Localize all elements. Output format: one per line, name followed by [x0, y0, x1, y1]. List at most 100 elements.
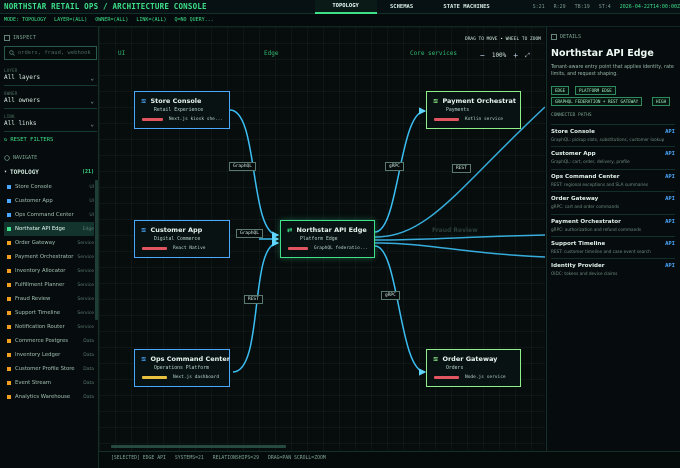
sidebar-item[interactable]: Ops Command Center UI	[4, 208, 94, 222]
sidebar-item-kind: Service	[77, 240, 94, 246]
mode-chip[interactable]: MODE: TOPOLOGY	[4, 17, 46, 23]
tab-topology[interactable]: TOPOLOGY	[314, 0, 377, 14]
node-ops-command-center[interactable]: ≋ Ops Command Center Operations Platform …	[134, 349, 230, 387]
sidebar-item[interactable]: Northstar API Edge Edge	[4, 222, 94, 236]
sidebar-item-label: Northstar API Edge	[15, 226, 66, 232]
sidebar-item[interactable]: Customer Profile Store Data	[4, 362, 94, 376]
layers-icon: ≋	[433, 97, 439, 105]
node-northstar-api-edge[interactable]: ⇄ Northstar API Edge Platform Edge GraphQ…	[280, 220, 375, 258]
sidebar-item[interactable]: Fulfillment Planner Service	[4, 278, 94, 292]
topology-canvas[interactable]: UI Edge Core services DRAG TO MOVE • WHE…	[99, 27, 545, 451]
connected-path-item[interactable]: Support Timeline REST: customer timeline …	[551, 236, 675, 258]
topology-group-label: TOPOLOGY	[10, 168, 39, 176]
sidebar-item-kind: Service	[77, 254, 94, 260]
zoom-out-button[interactable]: −	[480, 51, 485, 60]
status-square-icon	[7, 297, 11, 301]
connected-path-item[interactable]: Ops Command Center REST: regional excepti…	[551, 168, 675, 191]
edge-api-to-core-c[interactable]	[374, 242, 545, 258]
status-square-icon	[7, 227, 11, 231]
sidebar-item[interactable]: Inventory Ledger Data	[4, 348, 94, 362]
sidebar-item[interactable]: Customer App UI	[4, 194, 94, 208]
status-square-icon	[7, 311, 11, 315]
node-subtitle: Orders	[446, 366, 464, 371]
layer-filter-value: All layers	[4, 74, 41, 81]
node-fraud-review-dimmed[interactable]: Fraud Review	[432, 227, 478, 234]
app-title: NORTHSTAR RETAIL OPS / ARCHITECTURE CONS…	[4, 2, 207, 11]
connected-path-item[interactable]: Store Console GraphQL: pickup slots, subs…	[551, 124, 675, 146]
node-tech: React Native	[173, 246, 206, 251]
reset-filters-button[interactable]: ↻ RESET FILTERS	[4, 137, 53, 143]
sidebar-item[interactable]: Payment Orchestrator Service	[4, 250, 94, 264]
edge-api-to-core-b[interactable]	[374, 234, 545, 241]
owner-filter[interactable]: OWNER All owners ⌄	[4, 91, 97, 109]
edge-store-to-api[interactable]	[229, 109, 280, 239]
chevron-down-icon: ⌄	[90, 98, 94, 105]
connected-path-description: gRPC: cart and order commands	[551, 204, 620, 210]
canvas-horizontal-scrollbar[interactable]	[111, 445, 286, 448]
connected-path-item[interactable]: Customer App GraphQL: cart, order, delive…	[551, 146, 675, 168]
sidebar-item[interactable]: Commerce Postgres Data	[4, 334, 94, 348]
sidebar-item[interactable]: Fraud Review Service	[4, 292, 94, 306]
zoom-in-button[interactable]: +	[513, 51, 518, 60]
sidebar-scrollbar[interactable]	[95, 180, 98, 320]
sidebar-item-kind: Data	[83, 394, 94, 400]
layer-chip[interactable]: LAYER=(ALL)	[54, 17, 87, 23]
details-label: DETAILS	[560, 34, 582, 40]
tab-schemas[interactable]: SCHEMAS	[377, 0, 427, 14]
node-order-gateway[interactable]: ≋ Order Gateway Orders Node.js service	[426, 349, 521, 387]
fit-view-button[interactable]: ⤢	[525, 52, 530, 60]
tag-criticality: HIGH	[652, 97, 671, 106]
sidebar-item-label: Support Timeline	[15, 310, 61, 316]
node-store-console[interactable]: ≋ Store Console Retail Experience Next.js…	[134, 91, 230, 129]
sidebar-item[interactable]: Inventory Allocator Service	[4, 264, 94, 278]
sidebar-item[interactable]: Order Gateway Service	[4, 236, 94, 250]
search-box	[4, 46, 97, 60]
sidebar-item[interactable]: Notification Router Service	[4, 320, 94, 334]
connected-paths-label: CONNECTED PATHS	[551, 113, 592, 118]
connected-path-item[interactable]: Order Gateway gRPC: cart and order comman…	[551, 191, 675, 213]
connected-path-type: API	[665, 241, 675, 247]
sidebar-item[interactable]: Store Console UI	[4, 180, 94, 194]
layer-filter[interactable]: LAYER All layers ⌄	[4, 68, 97, 86]
sidebar-item[interactable]: Analytics Warehouse Data	[4, 390, 94, 404]
status-relationships: RELATIONSHIPS=29	[212, 456, 259, 461]
edge-api-to-payment[interactable]	[374, 107, 427, 233]
layer-filter-label: LAYER	[4, 68, 18, 73]
layers-icon: ≋	[141, 226, 147, 234]
node-payment-orchestrator[interactable]: ≋ Payment Orchestrat Payments Kotlin serv…	[426, 91, 521, 129]
node-tech: Node.js service	[465, 375, 506, 380]
search-icon	[9, 50, 15, 56]
connected-path-description: REST: regional exceptions and SLA summar…	[551, 181, 649, 187]
link-chip[interactable]: LINK=(ALL)	[136, 17, 166, 23]
tab-state-machines[interactable]: STATE MACHINES	[427, 0, 507, 14]
sidebar-item-kind: UI	[89, 184, 94, 190]
sidebar-item-kind: Service	[77, 310, 94, 316]
node-subtitle: Operations Platform	[154, 366, 209, 371]
details-section-label: DETAILS	[551, 34, 581, 40]
sidebar-item-label: Store Console	[15, 184, 52, 190]
node-title: Ops Command Center	[150, 355, 231, 363]
edge-ops-to-api[interactable]	[232, 239, 280, 373]
sidebar-item[interactable]: Support Timeline Service	[4, 306, 94, 320]
sidebar-item-kind: Data	[83, 338, 94, 344]
edge-api-to-order[interactable]	[374, 245, 427, 376]
query-chip[interactable]: Q=NO QUERY...	[175, 17, 214, 23]
connected-path-item[interactable]: Payment Orchestrator gRPC: authorization …	[551, 213, 675, 236]
node-subtitle: Retail Experience	[154, 108, 204, 113]
inspect-section-label: INSPECT	[0, 32, 98, 44]
details-description: Tenant-aware entry point that applies id…	[551, 65, 674, 77]
status-bar	[142, 118, 163, 121]
node-title: Customer App	[150, 226, 203, 234]
topology-group-toggle[interactable]: ▾ TOPOLOGY (21)	[4, 166, 94, 178]
owner-chip[interactable]: OWNER=(ALL)	[95, 17, 128, 23]
status-square-icon	[7, 367, 11, 371]
node-title: Northstar API Edge	[296, 226, 367, 234]
stat-relationships: R:29	[553, 3, 566, 10]
sidebar-item[interactable]: Event Stream Data	[4, 376, 94, 390]
node-customer-app[interactable]: ≋ Customer App Digital Commerce React Nat…	[134, 220, 230, 258]
sidebar-item-label: Inventory Ledger	[15, 352, 61, 358]
connected-path-item[interactable]: Identity Provider OIDC: tokens and device…	[551, 258, 675, 280]
search-input[interactable]	[17, 50, 96, 56]
link-filter[interactable]: LINK All links ⌄	[4, 114, 97, 132]
topology-count: (21)	[81, 169, 94, 175]
